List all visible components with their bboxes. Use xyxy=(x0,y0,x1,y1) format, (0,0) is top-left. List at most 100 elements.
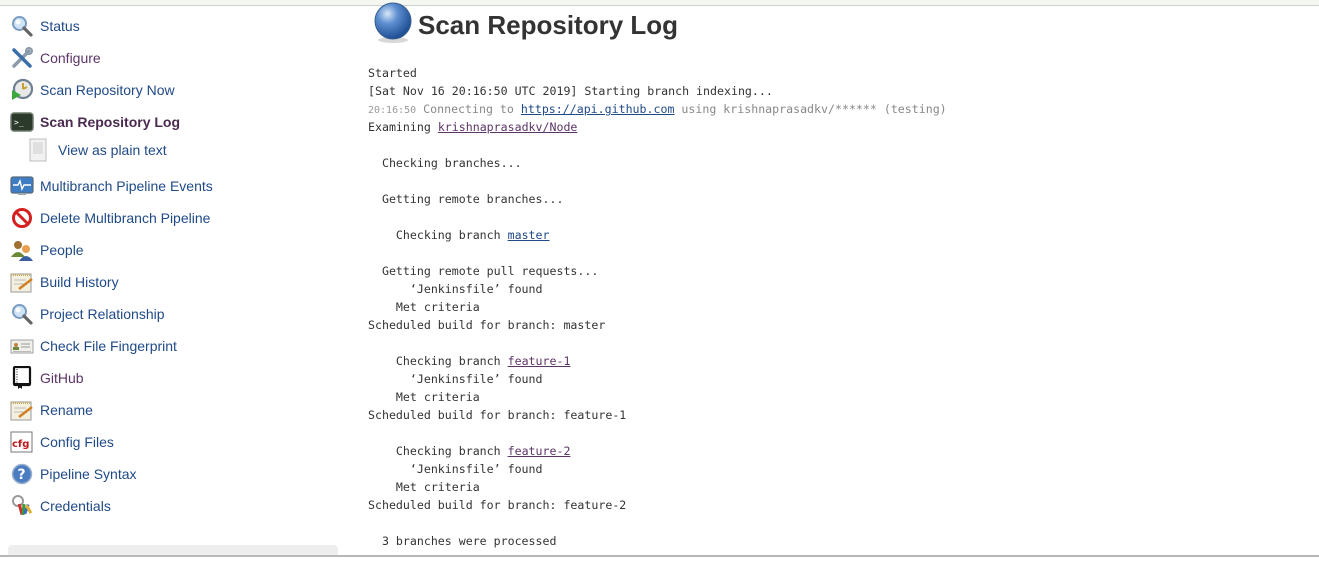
log-line: Checking branch master xyxy=(368,226,947,244)
log-text: Checking branch xyxy=(368,354,508,368)
sidebar-item-github[interactable]: GitHub xyxy=(10,366,84,390)
sidebar-item-label: Multibranch Pipeline Events xyxy=(40,178,213,194)
help-icon: ? xyxy=(10,462,34,486)
log-line: Getting remote pull requests... xyxy=(368,264,599,278)
page-title: Scan Repository Log xyxy=(418,10,679,40)
sidebar-item-label: Delete Multibranch Pipeline xyxy=(40,210,211,226)
sidebar-item-label: Build History xyxy=(40,274,119,290)
sidebar-item-label: Config Files xyxy=(40,434,114,450)
log-text: Checking branch xyxy=(368,444,508,458)
notepad-icon xyxy=(10,270,34,294)
sidebar-item-project-relationship[interactable]: Project Relationship xyxy=(10,302,165,326)
sidebar-item-check-file-fingerprint[interactable]: Check File Fingerprint xyxy=(10,334,177,358)
sidebar-item-configure[interactable]: Configure xyxy=(10,46,101,70)
id-card-icon xyxy=(10,334,34,358)
log-text: Examining xyxy=(368,120,438,134)
log-blank xyxy=(368,172,947,190)
branch-link-feature-2[interactable]: feature-2 xyxy=(508,444,571,458)
wrench-screwdriver-icon xyxy=(10,46,34,70)
sidebar-item-label: Status xyxy=(40,18,80,34)
page-heading: Scan Repository Log xyxy=(372,2,678,49)
log-line: ‘Jenkinsfile’ found xyxy=(368,372,543,386)
log-line: Getting remote branches... xyxy=(368,192,564,206)
log-blank xyxy=(368,334,947,352)
branch-link-feature-1[interactable]: feature-1 xyxy=(508,354,571,368)
log-text: feature-1 xyxy=(563,408,627,422)
log-line: 20:16:50 Connecting to https://api.githu… xyxy=(368,100,947,118)
log-text: Scheduled build for branch: xyxy=(368,408,564,422)
svg-text:cfg: cfg xyxy=(12,439,29,450)
sidebar-item-view-as-plain-text[interactable]: View as plain text xyxy=(26,138,167,162)
sidebar-item-label: People xyxy=(40,242,84,258)
sidebar-item-label: Credentials xyxy=(40,498,111,514)
log-line: Checking branches... xyxy=(368,156,522,170)
svg-text:?: ? xyxy=(18,467,26,483)
log-line: Scheduled build for branch: feature-1 xyxy=(368,406,947,424)
magnifier-icon xyxy=(10,14,34,38)
log-line: Scheduled build for branch: master xyxy=(368,316,947,334)
log-text: Scheduled build for branch: xyxy=(368,498,564,512)
sidebar-item-label: Scan Repository Log xyxy=(40,114,181,130)
sidebar-item-label: Check File Fingerprint xyxy=(40,338,177,354)
log-line: Checking branch feature-2 xyxy=(368,442,947,460)
console-output: Started [Sat Nov 16 20:16:50 UTC 2019] St… xyxy=(368,64,947,550)
log-blank xyxy=(368,244,947,262)
log-line: 3 branches were processed xyxy=(368,534,557,548)
log-blank xyxy=(368,424,947,442)
blue-ball-icon xyxy=(372,2,414,49)
footer-divider xyxy=(0,555,1319,557)
log-line: Started xyxy=(368,66,417,80)
repository-link[interactable]: krishnaprasadkv/Node xyxy=(438,120,578,134)
log-blank xyxy=(368,208,947,226)
people-icon xyxy=(10,238,34,262)
sidebar-item-scan-repository-now[interactable]: Scan Repository Now xyxy=(10,78,175,102)
log-text: using krishnaprasadkv/****** (testing) xyxy=(674,102,947,116)
log-text: Connecting to xyxy=(416,102,521,116)
log-timestamp: 20:16:50 xyxy=(368,105,417,116)
sidebar-item-build-history[interactable]: Build History xyxy=(10,270,119,294)
clock-play-icon xyxy=(10,78,34,102)
log-line: ‘Jenkinsfile’ found xyxy=(368,462,543,476)
no-entry-icon xyxy=(10,206,34,230)
keys-icon xyxy=(10,494,34,518)
sidebar-item-multibranch-pipeline-events[interactable]: Multibranch Pipeline Events xyxy=(10,174,213,198)
sidebar-item-label: View as plain text xyxy=(58,142,167,158)
sidebar-item-credentials[interactable]: Credentials xyxy=(10,494,111,518)
github-book-icon xyxy=(10,366,34,390)
log-line: Met criteria xyxy=(368,300,480,314)
log-text: Scheduled build for branch: xyxy=(368,318,564,332)
log-line: Scheduled build for branch: feature-2 xyxy=(368,496,947,514)
sidebar-item-label: Pipeline Syntax xyxy=(40,466,137,482)
sidebar-item-people[interactable]: People xyxy=(10,238,84,262)
svg-text:>_: >_ xyxy=(14,118,24,127)
log-line: Examining krishnaprasadkv/Node xyxy=(368,118,947,136)
terminal-icon: >_ xyxy=(10,110,34,134)
monitor-pulse-icon xyxy=(10,174,34,198)
sidebar-item-delete-multibranch-pipeline[interactable]: Delete Multibranch Pipeline xyxy=(10,206,210,230)
log-line: [Sat Nov 16 20:16:50 UTC 2019] Starting … xyxy=(368,84,773,98)
sidebar-item-pipeline-syntax[interactable]: ? Pipeline Syntax xyxy=(10,462,137,486)
sidebar-item-label: Configure xyxy=(40,50,101,66)
log-line: ‘Jenkinsfile’ found xyxy=(368,282,543,296)
document-icon xyxy=(26,138,50,162)
api-github-link[interactable]: https://api.github.com xyxy=(521,102,675,116)
sidebar-item-label: Rename xyxy=(40,402,93,418)
log-blank xyxy=(368,514,947,532)
magnifier-icon xyxy=(10,302,34,326)
log-line: Checking branch feature-1 xyxy=(368,352,947,370)
notepad-icon xyxy=(10,398,34,422)
log-text: master xyxy=(563,318,606,332)
branch-link-master[interactable]: master xyxy=(508,228,550,242)
sidebar-item-config-files[interactable]: cfg Config Files xyxy=(10,430,114,454)
log-text: Checking branch xyxy=(368,228,508,242)
sidebar-item-rename[interactable]: Rename xyxy=(10,398,93,422)
sidebar-item-label: Scan Repository Now xyxy=(40,82,175,98)
sidebar-item-scan-repository-log[interactable]: >_ Scan Repository Log xyxy=(10,110,180,134)
log-line: Met criteria xyxy=(368,390,480,404)
cfg-icon: cfg xyxy=(10,430,34,454)
log-text: feature-2 xyxy=(563,498,627,512)
sidebar-item-status[interactable]: Status xyxy=(10,14,80,38)
log-blank xyxy=(368,136,947,154)
log-line: Met criteria xyxy=(368,480,480,494)
sidebar-item-label: GitHub xyxy=(40,370,84,386)
